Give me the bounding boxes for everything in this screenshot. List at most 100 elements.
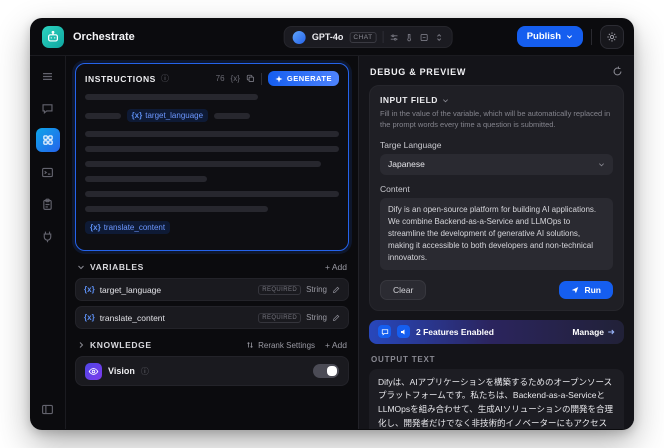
vision-label: Vision <box>108 366 135 376</box>
sliders-icon[interactable] <box>390 33 399 42</box>
debug-title: DEBUG & PREVIEW <box>370 66 467 77</box>
variable-type-select[interactable]: String <box>306 313 327 322</box>
variable-name: translate_content <box>99 312 165 323</box>
variable-row[interactable]: {x} target_language REQUIRED String <box>75 278 349 301</box>
publish-label: Publish <box>526 31 561 42</box>
chevron-down-icon <box>442 97 449 104</box>
send-icon <box>572 286 579 293</box>
text-to-speech-icon <box>397 325 410 339</box>
divider <box>260 72 262 85</box>
logs-nav-icon[interactable] <box>36 160 60 184</box>
arrow-right-icon <box>607 328 615 336</box>
features-enabled-label: 2 Features Enabled <box>416 326 494 337</box>
chevron-right-icon <box>77 341 85 349</box>
clear-label: Clear <box>393 284 414 295</box>
generate-button[interactable]: GENERATE <box>267 71 339 86</box>
debug-preview-panel: DEBUG & PREVIEW INPUT FIELD Fill in the … <box>358 56 634 429</box>
gear-icon <box>607 31 617 42</box>
skeleton-line <box>85 146 339 152</box>
annotation-icon[interactable] <box>36 192 60 216</box>
instructions-title: INSTRUCTIONS <box>85 73 156 84</box>
input-field-description: Fill in the value of the variable, which… <box>380 109 611 129</box>
manage-link[interactable]: Manage <box>572 327 615 337</box>
debug-header: DEBUG & PREVIEW <box>370 66 623 77</box>
skeleton-line <box>85 206 268 212</box>
clear-button[interactable]: Clear <box>380 279 427 300</box>
char-count: 76 <box>215 74 225 83</box>
model-name: GPT-4o <box>311 32 344 42</box>
app-header: Orchestrate GPT-4o CHAT Publish <box>30 18 634 56</box>
instructions-header: INSTRUCTIONS ⓘ 76 {x} GENERATE <box>85 71 339 86</box>
input-field-header[interactable]: INPUT FIELD <box>380 95 613 105</box>
swap-model-icon[interactable] <box>435 33 444 42</box>
content-textarea[interactable]: Dify is an open-source platform for buil… <box>380 197 613 270</box>
variable-type-select[interactable]: String <box>306 285 327 294</box>
model-selector[interactable]: GPT-4o CHAT <box>283 26 453 48</box>
chevron-down-icon <box>77 263 85 271</box>
run-label: Run <box>584 284 601 295</box>
variables-section-header[interactable]: VARIABLES + Add <box>77 262 347 272</box>
required-badge: REQUIRED <box>258 284 302 295</box>
vision-toggle[interactable] <box>313 364 339 378</box>
input-field-card: INPUT FIELD Fill in the value of the var… <box>369 85 624 311</box>
chevron-down-icon <box>598 161 605 168</box>
variable-row[interactable]: {x} translate_content REQUIRED String <box>75 306 349 329</box>
model-provider-icon <box>292 30 306 44</box>
variable-name: target_language <box>99 284 162 295</box>
publish-button[interactable]: Publish <box>516 26 583 47</box>
output-text-title: OUTPUT TEXT <box>371 354 436 364</box>
robot-icon <box>48 30 58 42</box>
variables-title: VARIABLES <box>90 262 144 272</box>
app-logo[interactable] <box>42 25 64 48</box>
features-bar[interactable]: 2 Features Enabled Manage <box>369 319 624 344</box>
variable-x-icon: {x} <box>84 313 95 322</box>
rerank-icon <box>247 342 253 348</box>
skeleton-line <box>85 94 258 100</box>
run-button[interactable]: Run <box>559 280 613 299</box>
chevron-down-icon <box>566 35 573 39</box>
variable-chip-prefix: {x} <box>90 223 101 232</box>
language-select[interactable]: Japanese <box>380 153 613 175</box>
chat-icon[interactable] <box>36 96 60 120</box>
temperature-icon[interactable] <box>405 33 414 42</box>
menu-icon[interactable] <box>36 64 60 88</box>
layout-panel-icon[interactable] <box>36 397 60 421</box>
sidebar-item-orchestrate[interactable] <box>35 128 60 152</box>
instructions-editor[interactable]: INSTRUCTIONS ⓘ 76 {x} GENERATE {x} targe… <box>75 63 349 251</box>
info-icon: ⓘ <box>160 74 169 83</box>
skeleton-line <box>85 161 322 167</box>
instructions-toolbar: 76 {x} GENERATE <box>216 71 339 86</box>
info-icon: ⓘ <box>140 366 149 376</box>
rerank-settings-button[interactable]: Rerank Settings <box>246 341 315 350</box>
divider <box>382 31 384 43</box>
api-icon[interactable] <box>36 224 60 248</box>
toggle-knob <box>327 366 337 376</box>
divider <box>591 28 592 45</box>
variable-chip[interactable]: {x} translate_content <box>85 221 171 234</box>
add-variable-button[interactable]: + Add <box>325 262 347 272</box>
vision-feature-row: Vision ⓘ <box>75 356 349 386</box>
skeleton-line <box>85 112 121 119</box>
generate-label: GENERATE <box>286 74 332 83</box>
debug-actions: Clear Run <box>380 279 613 300</box>
tokens-icon[interactable] <box>420 33 429 42</box>
edit-icon[interactable] <box>332 286 340 294</box>
skeleton-line <box>85 131 339 137</box>
refresh-icon[interactable] <box>612 66 623 77</box>
output-text: Difyは、AIアプリケーションを構築するためのオープンソースプラットフォームで… <box>369 368 624 429</box>
header-actions: Publish <box>516 24 624 49</box>
variable-chip[interactable]: {x} target_language <box>126 109 209 122</box>
knowledge-title: KNOWLEDGE <box>90 340 152 350</box>
insert-variable-button[interactable]: {x} <box>231 74 240 83</box>
chat-mode-badge: CHAT <box>349 31 377 43</box>
skeleton-line <box>85 191 339 197</box>
copy-icon[interactable] <box>246 74 255 83</box>
settings-button[interactable] <box>600 24 624 49</box>
edit-icon[interactable] <box>332 314 340 322</box>
add-knowledge-button[interactable]: + Add <box>325 340 347 350</box>
sidebar-rail <box>30 56 66 429</box>
variable-x-icon: {x} <box>84 285 95 294</box>
sparkle-icon <box>275 75 283 82</box>
manage-label: Manage <box>572 326 604 337</box>
knowledge-section-header[interactable]: KNOWLEDGE Rerank Settings + Add <box>77 340 347 350</box>
